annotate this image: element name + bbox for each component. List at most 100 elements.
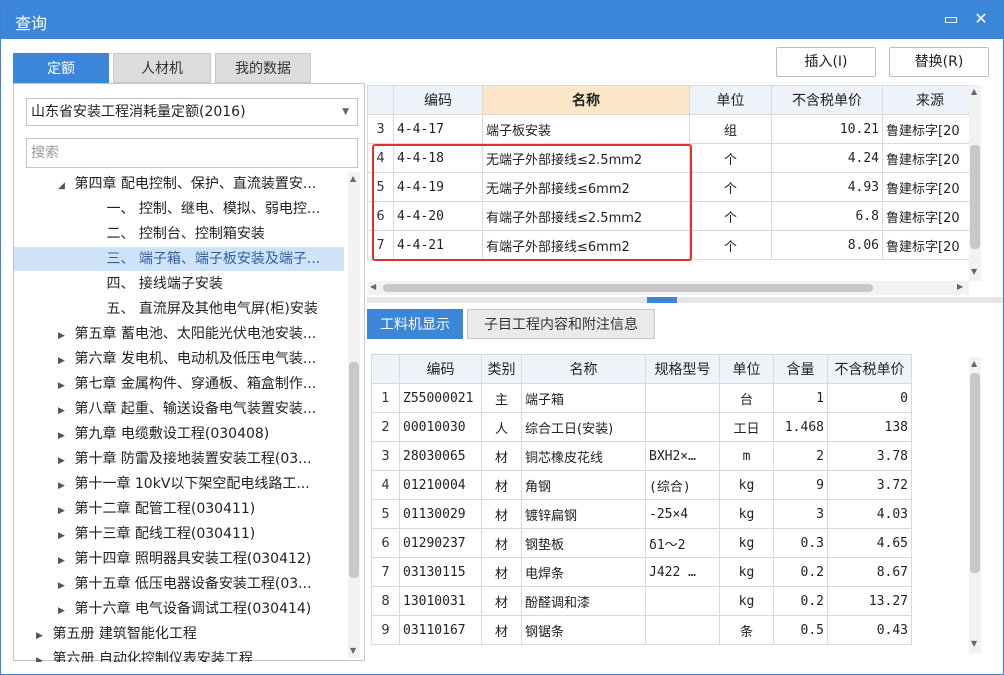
materials-scrollbar[interactable]: ▲ ▼ [969,357,981,653]
table-row[interactable]: 1 Z55000021 主端子箱台 1 0 [371,383,912,413]
tree-node[interactable]: ▶ 第八章 起重、输送设备电气装置安装... [14,397,344,421]
column-header-quantity[interactable]: 含量 [773,354,828,384]
column-header-spec[interactable]: 规格型号 [645,354,720,384]
tree-node[interactable]: 三、 端子箱、端子板安装及端子... [14,247,344,271]
tree-node[interactable]: ▶ 第十章 防雷及接地装置安装工程(03... [14,447,344,471]
search-input[interactable]: 搜索 [26,138,358,168]
replace-button[interactable]: 替换(R) [889,47,989,77]
code-cell: 01210004 [399,470,482,500]
tree-node-label: 第十四章 照明器具安装工程(030412) [74,551,312,567]
expand-arrow-icon[interactable]: ▶ [58,324,70,346]
tree-node[interactable]: ▶ 第十四章 照明器具安装工程(030412) [14,547,344,571]
tree-node[interactable]: ▶ 第十一章 10kV以下架空配电线路工... [14,472,344,496]
quota-db-select[interactable]: 山东省安装工程消耗量定额(2016) ▼ [26,98,358,126]
tree-node[interactable]: ▶ 第五章 蓄电池、太阳能光伏电池安装... [14,322,344,346]
column-header-unit[interactable]: 单位 [719,354,774,384]
tree-node[interactable]: ▶ 第五册 建筑智能化工程 [14,622,344,646]
column-header-price[interactable]: 不含税单价 [827,354,912,384]
scroll-up-icon[interactable]: ▲ [971,87,977,96]
table-row[interactable]: 6 01290237 材钢垫板 δ1～2 kg 0.3 4.65 [371,528,912,558]
scroll-up-icon[interactable]: ▲ [350,174,356,183]
column-header-price[interactable]: 不含税单价 [771,85,883,115]
row-number-header [367,85,394,115]
expand-arrow-icon[interactable]: ▶ [58,574,70,596]
table-row[interactable]: 5 01130029 材镀锌扁钢 -25×4 kg 3 4.03 [371,499,912,529]
code-cell: Z55000021 [399,383,482,413]
expand-arrow-icon[interactable]: ▶ [58,349,70,371]
tree-node[interactable]: 一、 控制、继电、模拟、弱电控... [14,197,344,221]
scroll-up-icon[interactable]: ▲ [971,359,977,368]
scroll-down-icon[interactable]: ▼ [971,267,977,276]
price-cell: 3.72 [827,470,912,500]
top-grid-hscroll-thumb[interactable] [383,284,873,292]
tab-labor-material-machine[interactable]: 人材机 [113,53,211,83]
tree-node[interactable]: 四、 接线端子安装 [14,272,344,296]
column-header-unit[interactable]: 单位 [689,85,772,115]
scroll-right-icon[interactable]: ▶ [957,282,963,291]
column-header-code[interactable]: 编码 [399,354,482,384]
expand-arrow-icon[interactable]: ▶ [58,499,70,521]
expand-arrow-icon[interactable]: ▶ [58,524,70,546]
minimize-icon[interactable]: ▭ [941,9,961,29]
tree-node[interactable]: ▶ 第十五章 低压电器设备安装工程(03... [14,572,344,596]
tree-node-label: 三、 端子箱、端子板安装及端子... [106,251,321,267]
table-row[interactable]: 3 28030065 材铜芯橡皮花线 BXH2×… m 2 3.78 [371,441,912,471]
table-row[interactable]: 4 01210004 材角钢 (综合) kg 9 3.72 [371,470,912,500]
tree-node[interactable]: ▶ 第六章 发电机、电动机及低压电气装... [14,347,344,371]
expand-arrow-icon[interactable]: ▶ [58,399,70,421]
expand-arrow-icon[interactable]: ▶ [58,424,70,446]
splitter-handle[interactable] [647,297,677,303]
collapse-arrow-icon[interactable]: ◢ [58,174,70,196]
table-row[interactable]: 9 03110167 材钢锯条 条 0.5 0.43 [371,615,912,645]
tree-node[interactable]: ▶ 第十三章 配线工程(030411) [14,522,344,546]
tab-quota[interactable]: 定额 [13,53,109,83]
tree-scroll-thumb[interactable] [349,362,359,578]
expand-arrow-icon[interactable]: ▶ [36,649,48,662]
insert-button[interactable]: 插入(I) [776,47,876,77]
tree-node[interactable]: ▶ 第十六章 电气设备调试工程(030414) [14,597,344,621]
table-row[interactable]: 7 03130115 材电焊条 J422 … kg 0.2 8.67 [371,557,912,587]
tree-node-label: 第八章 起重、输送设备电气装置安装... [74,401,317,417]
tree-node[interactable]: 五、 直流屏及其他电气屏(柜)安装 [14,297,344,321]
tree-node[interactable]: ▶ 第十二章 配管工程(030411) [14,497,344,521]
top-grid-scroll-thumb[interactable] [970,145,980,249]
tab-my-data[interactable]: 我的数据 [215,53,311,83]
window-title: 查询 [15,14,48,33]
unit-cell: kg [719,528,774,558]
close-icon[interactable]: ✕ [971,9,991,29]
tree-node[interactable]: ◢ 第四章 配电控制、保护、直流装置安... [14,172,344,196]
tree-node[interactable]: 二、 控制台、控制箱安装 [14,222,344,246]
tree-node[interactable]: ▶ 第六册 自动化控制仪表安装工程 [14,647,344,662]
expand-arrow-icon[interactable]: ▶ [58,599,70,621]
column-header-name[interactable]: 名称 [482,85,690,115]
tree-node[interactable]: ▶ 第七章 金属构件、穿通板、箱盒制作... [14,372,344,396]
top-grid-scrollbar[interactable]: ▲ ▼ [969,85,981,281]
scroll-left-icon[interactable]: ◀ [370,282,376,291]
expand-arrow-icon[interactable]: ▶ [36,624,48,646]
tree-scrollbar[interactable]: ▲ ▼ [348,172,360,658]
scroll-down-icon[interactable]: ▼ [350,646,356,655]
materials-scroll-thumb[interactable] [970,373,980,573]
table-row[interactable]: 2 00010030 人综合工日(安装) 工日 1.468 138 [371,412,912,442]
column-header-type[interactable]: 类别 [481,354,522,384]
code-cell: 01130029 [399,499,482,529]
table-row[interactable]: 8 13010031 材酚醛调和漆 kg 0.2 13.27 [371,586,912,616]
expand-arrow-icon[interactable]: ▶ [58,374,70,396]
column-header-code[interactable]: 编码 [393,85,483,115]
tab-material-display[interactable]: 工料机显示 [367,309,463,339]
expand-arrow-icon[interactable]: ▶ [58,549,70,571]
splitter[interactable] [367,297,1003,303]
quantity-cell: 2 [773,441,828,471]
column-header-name[interactable]: 名称 [521,354,646,384]
unit-cell: 个 [689,172,772,202]
top-grid-hscrollbar[interactable]: ◀ ▶ [367,281,969,295]
scroll-down-icon[interactable]: ▼ [971,639,977,648]
name-cell: 镀锌扁钢 [521,499,646,529]
table-row[interactable]: 3 4-4-17 端子板安装组 10.21 鲁建标字[20 [367,114,978,144]
tab-work-content-notes[interactable]: 子目工程内容和附注信息 [467,309,655,339]
tree-node[interactable]: ▶ 第九章 电缆敷设工程(030408) [14,422,344,446]
column-header-source[interactable]: 来源 [882,85,978,115]
expand-arrow-icon[interactable]: ▶ [58,449,70,471]
name-cell: 端子板安装 [482,114,690,144]
expand-arrow-icon[interactable]: ▶ [58,474,70,496]
